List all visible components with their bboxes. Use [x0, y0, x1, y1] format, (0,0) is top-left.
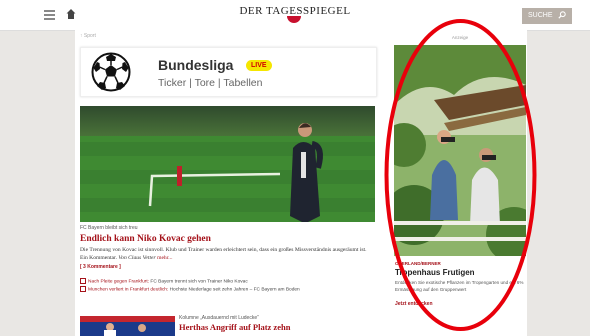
live-badge: LIVE: [246, 60, 272, 71]
article2-thumbnail[interactable]: [80, 316, 175, 336]
search-icon: [558, 11, 566, 19]
related-link[interactable]: Nach Pleite gegen Frankfurt:: [88, 279, 149, 284]
related-link[interactable]: Munchen verliert in Frankfurt deutlich:: [88, 288, 168, 293]
article-icon: [80, 286, 86, 293]
article-author: Von Claus Vetter: [118, 255, 156, 261]
read-more-link[interactable]: mehr...: [157, 255, 172, 261]
article-headline[interactable]: Endlich kann Niko Kovac gehen: [80, 234, 211, 244]
article-teaser: Die Trennung von Kovac ist sinnvoll. Klu…: [80, 246, 375, 262]
related-text: FC Bayern trennt sich von Trainer Niko K…: [150, 279, 248, 285]
bundesliga-live-widget[interactable]: Bundesliga LIVE Ticker | Tore | Tabellen: [80, 47, 377, 97]
article-hero-image[interactable]: [80, 106, 375, 222]
article-kicker: FC Bayern bleibt sich treu: [80, 225, 138, 231]
related-item[interactable]: Nach Pleite gegen Frankfurt: FC Bayern t…: [80, 278, 300, 286]
comments-link[interactable]: [ 3 Kommentare ]: [80, 264, 121, 270]
breadcrumb[interactable]: ↑ Sport: [80, 33, 96, 39]
related-item[interactable]: Munchen verliert in Frankfurt deutlich: …: [80, 286, 300, 294]
soccer-ball-icon: [91, 52, 131, 92]
widget-subtitle: Ticker | Tore | Tabellen: [158, 77, 263, 89]
article2-headline[interactable]: Herthas Angriff auf Platz zehn: [179, 322, 290, 332]
related-links: Nach Pleite gegen Frankfurt: FC Bayern t…: [80, 278, 300, 295]
widget-title: Bundesliga: [158, 57, 234, 73]
article2-kicker: Kolumne „Ausdauernd mit Ludecke“: [179, 315, 259, 321]
annotation-circle: [384, 19, 537, 331]
logo-seal-icon: [287, 16, 301, 23]
article-icon: [80, 278, 86, 284]
related-text: Hochste Niederlage seit zehn Jahren – FC…: [169, 287, 300, 293]
